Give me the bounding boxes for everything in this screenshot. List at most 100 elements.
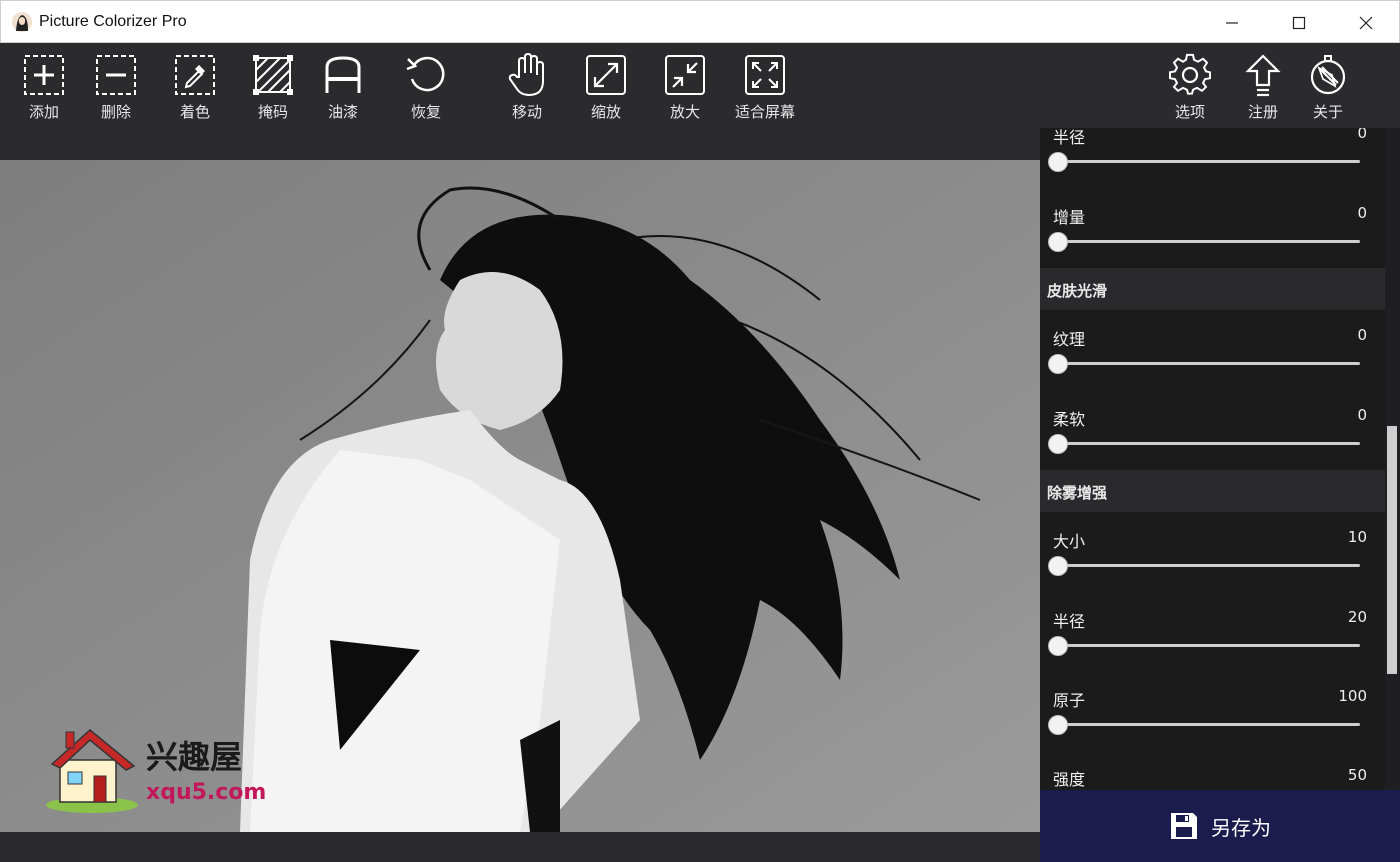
slider-value: 20 — [1347, 608, 1367, 626]
slider-track[interactable] — [1058, 564, 1360, 567]
slider-label: 半径 — [1053, 612, 1086, 631]
slider-track[interactable] — [1058, 644, 1360, 647]
add-square-icon — [24, 55, 64, 95]
delete-button[interactable]: 删除 — [76, 53, 156, 122]
scrollbar-thumb[interactable] — [1387, 426, 1397, 674]
watermark-url: xqu5.com — [146, 780, 267, 805]
canvas-bottom-strip — [0, 832, 1040, 862]
restore-label: 恢复 — [410, 103, 441, 121]
slider-value: 50 — [1347, 766, 1367, 784]
zoom-in-icon — [665, 55, 705, 95]
slider-thumb[interactable] — [1048, 232, 1068, 252]
register-label: 注册 — [1247, 103, 1278, 121]
slider-thumb[interactable] — [1048, 636, 1068, 656]
slider-track[interactable] — [1058, 442, 1360, 445]
maximize-button[interactable] — [1265, 1, 1332, 44]
slider-thumb[interactable] — [1048, 556, 1068, 576]
panel-scrollbar[interactable] — [1385, 128, 1400, 790]
slider-value: 0 — [1357, 326, 1367, 344]
eyedropper-icon — [175, 55, 215, 95]
fit-screen-button[interactable]: 适合屏幕 — [725, 53, 805, 122]
about-label: 关于 — [1312, 103, 1343, 121]
close-button[interactable] — [1332, 1, 1399, 44]
hand-icon — [508, 53, 544, 97]
gear-icon — [1169, 53, 1211, 95]
slider-thumb[interactable] — [1048, 354, 1068, 374]
undo-icon — [406, 56, 445, 92]
section-skin-smooth[interactable]: 皮肤光滑 — [1040, 268, 1385, 310]
zoom-out-icon — [586, 55, 626, 95]
close-icon — [1359, 16, 1372, 29]
slider-label: 柔软 — [1053, 410, 1086, 429]
watermark: 兴趣屋 xqu5.com — [42, 720, 266, 820]
house-logo-icon — [46, 729, 138, 813]
restore-button[interactable]: 恢复 — [386, 53, 466, 122]
section-title: 皮肤光滑 — [1047, 282, 1108, 300]
slider-label: 原子 — [1053, 691, 1086, 710]
upload-arrow-icon — [1245, 54, 1281, 97]
options-button[interactable]: 选项 — [1150, 53, 1230, 122]
section-dehaze[interactable]: 除雾增强 — [1040, 470, 1385, 512]
slider-value: 10 — [1347, 528, 1367, 546]
options-label: 选项 — [1174, 103, 1205, 121]
paint-button[interactable]: 油漆 — [303, 53, 383, 122]
window-title: Picture Colorizer Pro — [39, 12, 187, 30]
slider-track[interactable] — [1058, 362, 1360, 365]
slider-thumb[interactable] — [1048, 434, 1068, 454]
fit-screen-label: 适合屏幕 — [734, 103, 795, 121]
slider-atom[interactable]: 原子 100 — [1040, 687, 1385, 767]
compass-icon — [1310, 55, 1346, 95]
fit-screen-icon — [745, 55, 785, 95]
minimize-icon — [1225, 21, 1238, 24]
app-logo-icon — [12, 11, 32, 32]
slider-value: 100 — [1338, 687, 1367, 705]
zoom-button[interactable]: 缩放 — [566, 53, 646, 122]
slider-label: 大小 — [1053, 532, 1086, 551]
slider-thumb[interactable] — [1048, 152, 1068, 172]
add-button[interactable]: 添加 — [4, 53, 84, 122]
slider-label: 半径 — [1053, 128, 1086, 147]
title-bar: Picture Colorizer Pro — [0, 0, 1400, 43]
about-button[interactable]: 关于 — [1288, 53, 1368, 122]
slider-radius[interactable]: 半径 20 — [1040, 608, 1385, 688]
image-canvas[interactable]: 兴趣屋 xqu5.com — [0, 160, 1040, 832]
move-button[interactable]: 移动 — [487, 53, 567, 122]
slider-track[interactable] — [1058, 240, 1360, 243]
slider-size[interactable]: 大小 10 — [1040, 528, 1385, 608]
slider-radius-top[interactable]: 半径 0 — [1040, 128, 1385, 204]
move-label: 移动 — [511, 103, 542, 121]
slider-strength[interactable]: 强度 50 — [1040, 766, 1385, 790]
save-disk-icon — [1171, 813, 1197, 839]
slider-value: 0 — [1357, 204, 1367, 222]
slider-track[interactable] — [1058, 723, 1360, 726]
zoom-label: 缩放 — [590, 103, 621, 121]
section-title: 除雾增强 — [1047, 484, 1108, 502]
slider-texture[interactable]: 纹理 0 — [1040, 326, 1385, 406]
enlarge-button[interactable]: 放大 — [645, 53, 725, 122]
save-as-label: 另存为 — [1211, 815, 1271, 840]
slider-track[interactable] — [1058, 160, 1360, 163]
maximize-icon — [1292, 16, 1305, 29]
colorize-button[interactable]: 着色 — [155, 53, 235, 122]
save-as-button[interactable]: 另存为 — [1040, 790, 1400, 862]
slider-label: 纹理 — [1053, 330, 1086, 349]
watermark-title: 兴趣屋 — [146, 738, 243, 776]
slider-value: 0 — [1357, 406, 1367, 424]
add-label: 添加 — [28, 103, 59, 121]
slider-thumb[interactable] — [1048, 715, 1068, 735]
paint-icon — [325, 56, 361, 93]
mask-label: 掩码 — [257, 103, 288, 121]
adjustments-panel: 半径 0 增量 0 皮肤光滑 纹理 0 柔软 0 除雾增强 大小 10 半径 2… — [1040, 128, 1400, 790]
mask-icon — [253, 55, 293, 95]
mask-button[interactable]: 掩码 — [233, 53, 313, 122]
remove-square-icon — [96, 55, 136, 95]
minimize-button[interactable] — [1198, 1, 1265, 44]
slider-label: 增量 — [1053, 208, 1086, 227]
slider-label: 强度 — [1053, 770, 1086, 789]
delete-label: 删除 — [100, 103, 131, 121]
window-controls — [1198, 1, 1399, 44]
paint-label: 油漆 — [327, 103, 358, 121]
colorize-label: 着色 — [179, 103, 210, 121]
slider-value: 0 — [1357, 128, 1367, 142]
enlarge-label: 放大 — [669, 103, 700, 121]
